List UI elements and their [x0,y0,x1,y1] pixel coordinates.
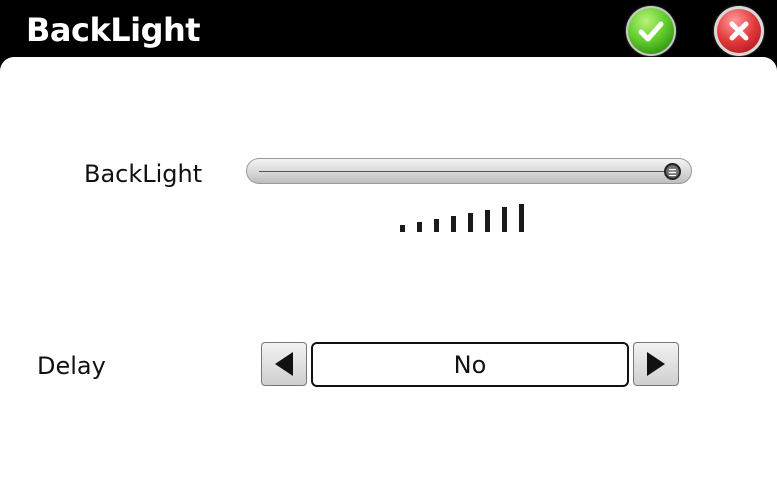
slider-track-line [259,171,665,172]
settings-panel [0,57,777,480]
slider-knob[interactable] [664,163,681,180]
right-arrow-icon [647,352,665,376]
delay-label: Delay [37,352,106,380]
close-icon [729,21,749,41]
close-button[interactable] [714,6,764,56]
backlight-level-indicator [398,200,533,236]
knob-grip-mark [669,169,676,170]
delay-value: No [311,342,629,387]
title-bar: BackLight [0,0,777,62]
level-bar [485,210,490,232]
confirm-button[interactable] [626,6,676,56]
delay-prev-button[interactable] [261,342,307,386]
knob-grip-mark [669,175,676,176]
knob-grip-mark [669,172,676,173]
delay-next-button[interactable] [633,342,679,386]
backlight-label: BackLight [84,160,203,188]
level-bar [451,216,456,232]
left-arrow-icon [275,352,293,376]
window-title: BackLight [26,11,201,49]
level-bar [468,213,473,232]
backlight-slider[interactable] [246,158,692,184]
level-bar [417,222,422,232]
level-bar [519,204,524,232]
level-bar [400,225,405,232]
level-bar [434,219,439,232]
level-bar [502,207,507,232]
checkmark-icon [638,21,664,42]
